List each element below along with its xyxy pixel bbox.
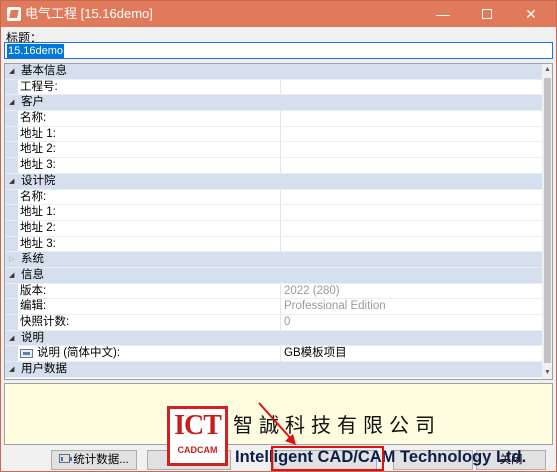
project-properties-window: 电气工程 [15.16demo] — ✕ 标题： 15.16demo ◢ 基本信… bbox=[0, 0, 557, 472]
annotation-arrow-icon bbox=[258, 402, 296, 445]
